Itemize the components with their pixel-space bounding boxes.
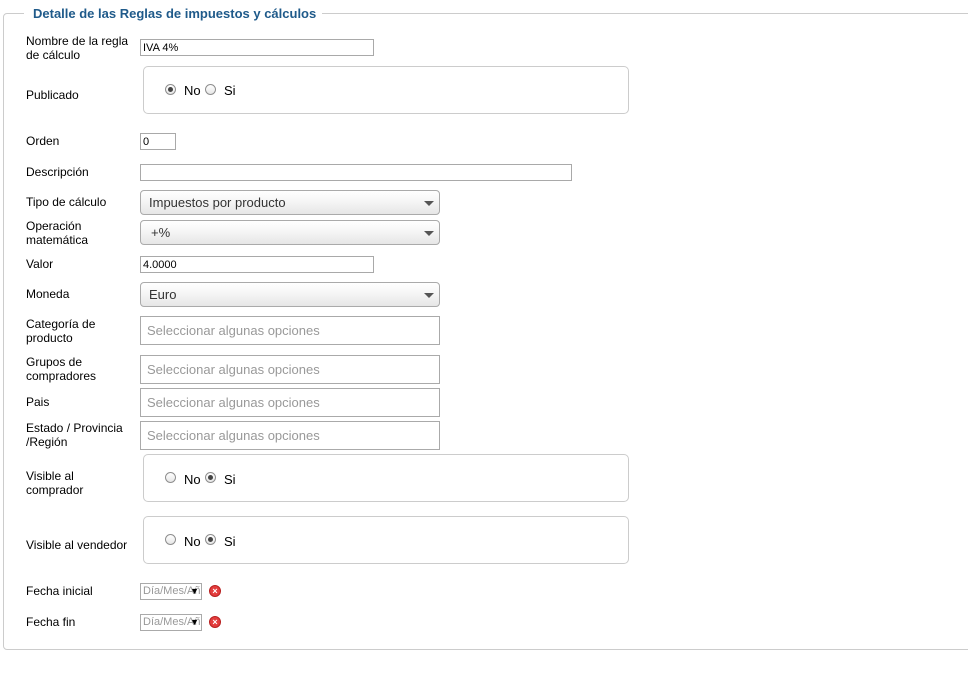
product-category-placeholder: Seleccionar algunas opciones bbox=[147, 323, 320, 338]
currency-value: Euro bbox=[149, 287, 177, 302]
country-multiselect[interactable]: Seleccionar algunas opciones bbox=[140, 388, 440, 417]
description-label: Descripción bbox=[26, 165, 89, 179]
math-operation-select[interactable]: +% bbox=[140, 220, 440, 245]
visible-vendor-si-radio[interactable] bbox=[205, 534, 216, 545]
product-category-label: Categoría de producto bbox=[26, 317, 96, 345]
visible-buyer-si-radio[interactable] bbox=[205, 472, 216, 483]
buyer-groups-multiselect[interactable]: Seleccionar algunas opciones bbox=[140, 355, 440, 384]
visible-buyer-no-radio[interactable] bbox=[165, 472, 176, 483]
visible-vendor-si-label: Si bbox=[224, 534, 236, 549]
order-input[interactable] bbox=[140, 133, 176, 150]
fieldset-legend: Detalle de las Reglas de impuestos y cál… bbox=[24, 5, 323, 23]
published-si-radio[interactable] bbox=[205, 84, 216, 95]
visible-buyer-label: Visible al comprador bbox=[26, 469, 84, 497]
calc-type-label: Tipo de cálculo bbox=[26, 195, 107, 209]
calc-type-value: Impuestos por producto bbox=[149, 195, 286, 210]
state-placeholder: Seleccionar algunas opciones bbox=[147, 428, 320, 443]
start-date-input[interactable]: Día/Mes/Año ▼ bbox=[140, 583, 202, 600]
math-operation-value: +% bbox=[151, 225, 171, 240]
published-label: Publicado bbox=[26, 88, 79, 102]
state-label: Estado / Provincia /Región bbox=[26, 421, 123, 449]
state-multiselect[interactable]: Seleccionar algunas opciones bbox=[140, 421, 440, 450]
end-date-label: Fecha fin bbox=[26, 615, 76, 629]
chevron-down-icon bbox=[424, 201, 434, 206]
buyer-groups-label: Grupos de compradores bbox=[26, 355, 97, 383]
clear-x-icon[interactable]: × bbox=[209, 616, 221, 628]
visible-vendor-radio-group: No Si bbox=[143, 516, 629, 564]
country-label: Pais bbox=[26, 395, 50, 409]
published-radio-group: No Si bbox=[143, 66, 629, 114]
visible-vendor-label: Visible al vendedor bbox=[26, 538, 128, 552]
currency-select[interactable]: Euro bbox=[140, 282, 440, 307]
visible-buyer-radio-group: No Si bbox=[143, 454, 629, 502]
end-date-input[interactable]: Día/Mes/Año ▼ bbox=[140, 614, 202, 631]
chevron-down-icon bbox=[424, 231, 434, 236]
visible-vendor-no-label: No bbox=[184, 534, 201, 549]
value-label: Valor bbox=[26, 257, 54, 271]
currency-label: Moneda bbox=[26, 287, 70, 301]
product-category-multiselect[interactable]: Seleccionar algunas opciones bbox=[140, 316, 440, 345]
description-input[interactable] bbox=[140, 164, 572, 181]
published-no-radio[interactable] bbox=[165, 84, 176, 95]
rule-name-input[interactable] bbox=[140, 39, 374, 56]
visible-buyer-no-label: No bbox=[184, 472, 201, 487]
chevron-down-icon[interactable]: ▼ bbox=[190, 615, 199, 630]
published-si-label: Si bbox=[224, 83, 236, 98]
math-operation-label: Operación matemática bbox=[26, 219, 89, 247]
country-placeholder: Seleccionar algunas opciones bbox=[147, 395, 320, 410]
order-label: Orden bbox=[26, 134, 60, 148]
value-input[interactable] bbox=[140, 256, 374, 273]
chevron-down-icon bbox=[424, 293, 434, 298]
name-label: Nombre de la regla de cálculo bbox=[26, 34, 129, 62]
published-no-label: No bbox=[184, 83, 201, 98]
visible-vendor-no-radio[interactable] bbox=[165, 534, 176, 545]
visible-buyer-si-label: Si bbox=[224, 472, 236, 487]
calc-type-select[interactable]: Impuestos por producto bbox=[140, 190, 440, 215]
chevron-down-icon[interactable]: ▼ bbox=[190, 584, 199, 599]
buyer-groups-placeholder: Seleccionar algunas opciones bbox=[147, 362, 320, 377]
clear-x-icon[interactable]: × bbox=[209, 585, 221, 597]
start-date-label: Fecha inicial bbox=[26, 584, 93, 598]
